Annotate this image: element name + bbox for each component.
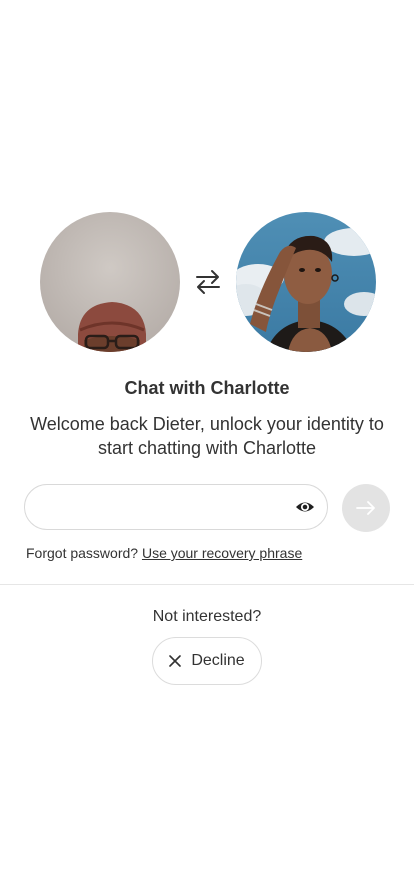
recovery-phrase-link[interactable]: Use your recovery phrase	[142, 545, 302, 561]
forgot-password-label: Forgot password?	[26, 545, 139, 561]
contact-photo	[236, 212, 376, 352]
decline-button[interactable]: Decline	[152, 637, 262, 685]
eye-icon[interactable]	[295, 498, 315, 516]
contact-avatar	[236, 212, 376, 352]
password-input[interactable]	[43, 485, 293, 529]
submit-button[interactable]	[342, 484, 390, 532]
password-field	[24, 484, 328, 530]
swap-arrows-icon	[196, 270, 220, 294]
decline-button-label: Decline	[191, 652, 245, 669]
user-photo	[40, 212, 180, 352]
forgot-password-row: Forgot password? Use your recovery phras…	[26, 544, 302, 562]
arrow-right-icon	[356, 501, 375, 515]
page-subtitle: Welcome back Dieter, unlock your identit…	[30, 414, 384, 458]
not-interested-prompt: Not interested?	[152, 608, 262, 625]
close-icon	[169, 655, 182, 667]
divider	[0, 584, 414, 585]
user-avatar	[40, 212, 180, 352]
page-title: Chat with Charlotte	[124, 378, 290, 398]
